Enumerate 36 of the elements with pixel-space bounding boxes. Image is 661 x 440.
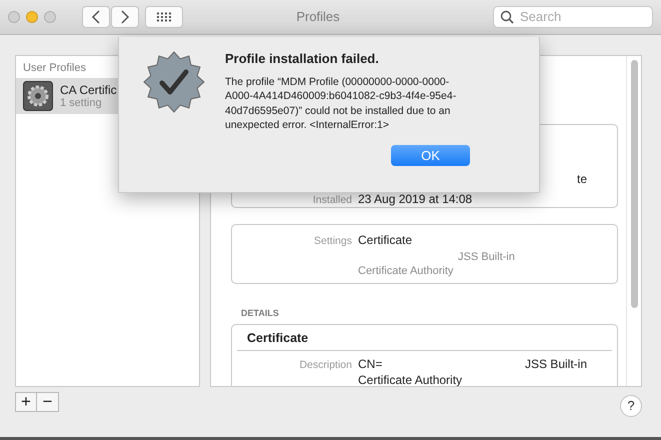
gear-icon [23,80,53,111]
field-label: Description [298,358,352,371]
scrollbar-thumb[interactable] [630,60,638,308]
show-all-button[interactable] [145,6,183,28]
search-icon [500,10,514,24]
close-button[interactable] [8,10,20,23]
profile-subtitle: 1 setting [60,96,103,109]
value-text: te [576,172,587,186]
minimize-button[interactable] [26,10,38,23]
grid-icon [156,12,172,22]
field-detail: Certificate Authority [358,264,454,277]
check-badge-icon [143,51,205,113]
search-input[interactable]: Search [518,8,642,26]
window-title: Profiles [295,9,341,24]
field-value: CN= [358,356,382,371]
field-detail: JSS Built-in [458,250,516,263]
chevron-left-icon [91,10,101,24]
field-value: JSS Built-in [524,356,587,371]
forward-button[interactable] [111,6,139,28]
section-header: DETAILS [241,308,280,318]
list-header: User Profiles [22,60,87,76]
field-label: Installed [312,194,352,206]
dialog-title: Profile installation failed. [225,51,380,66]
field-label: Settings [313,234,352,247]
back-button[interactable] [82,6,110,28]
search-field[interactable]: Search [493,6,653,28]
dialog-message: The profile “MDM Profile (00000000-0000-0000-A000-4A414D460009:b6041082-c9b3-4f4e-95e4-40d7d6595e07)” could not be installed due to an unexpected error. <InternalError:1> [225,75,458,132]
zoom-button[interactable] [44,10,56,23]
help-button[interactable]: ? [620,394,642,417]
card-title: Certificate [237,324,612,351]
chevron-right-icon [120,10,130,24]
remove-button[interactable]: − [37,392,59,412]
add-button[interactable]: + [15,392,37,412]
profile-name: CA Certific [60,82,117,97]
field-value: Certificate [358,232,414,247]
field-value: 23 Aug 2019 at 14:08 [358,192,474,206]
